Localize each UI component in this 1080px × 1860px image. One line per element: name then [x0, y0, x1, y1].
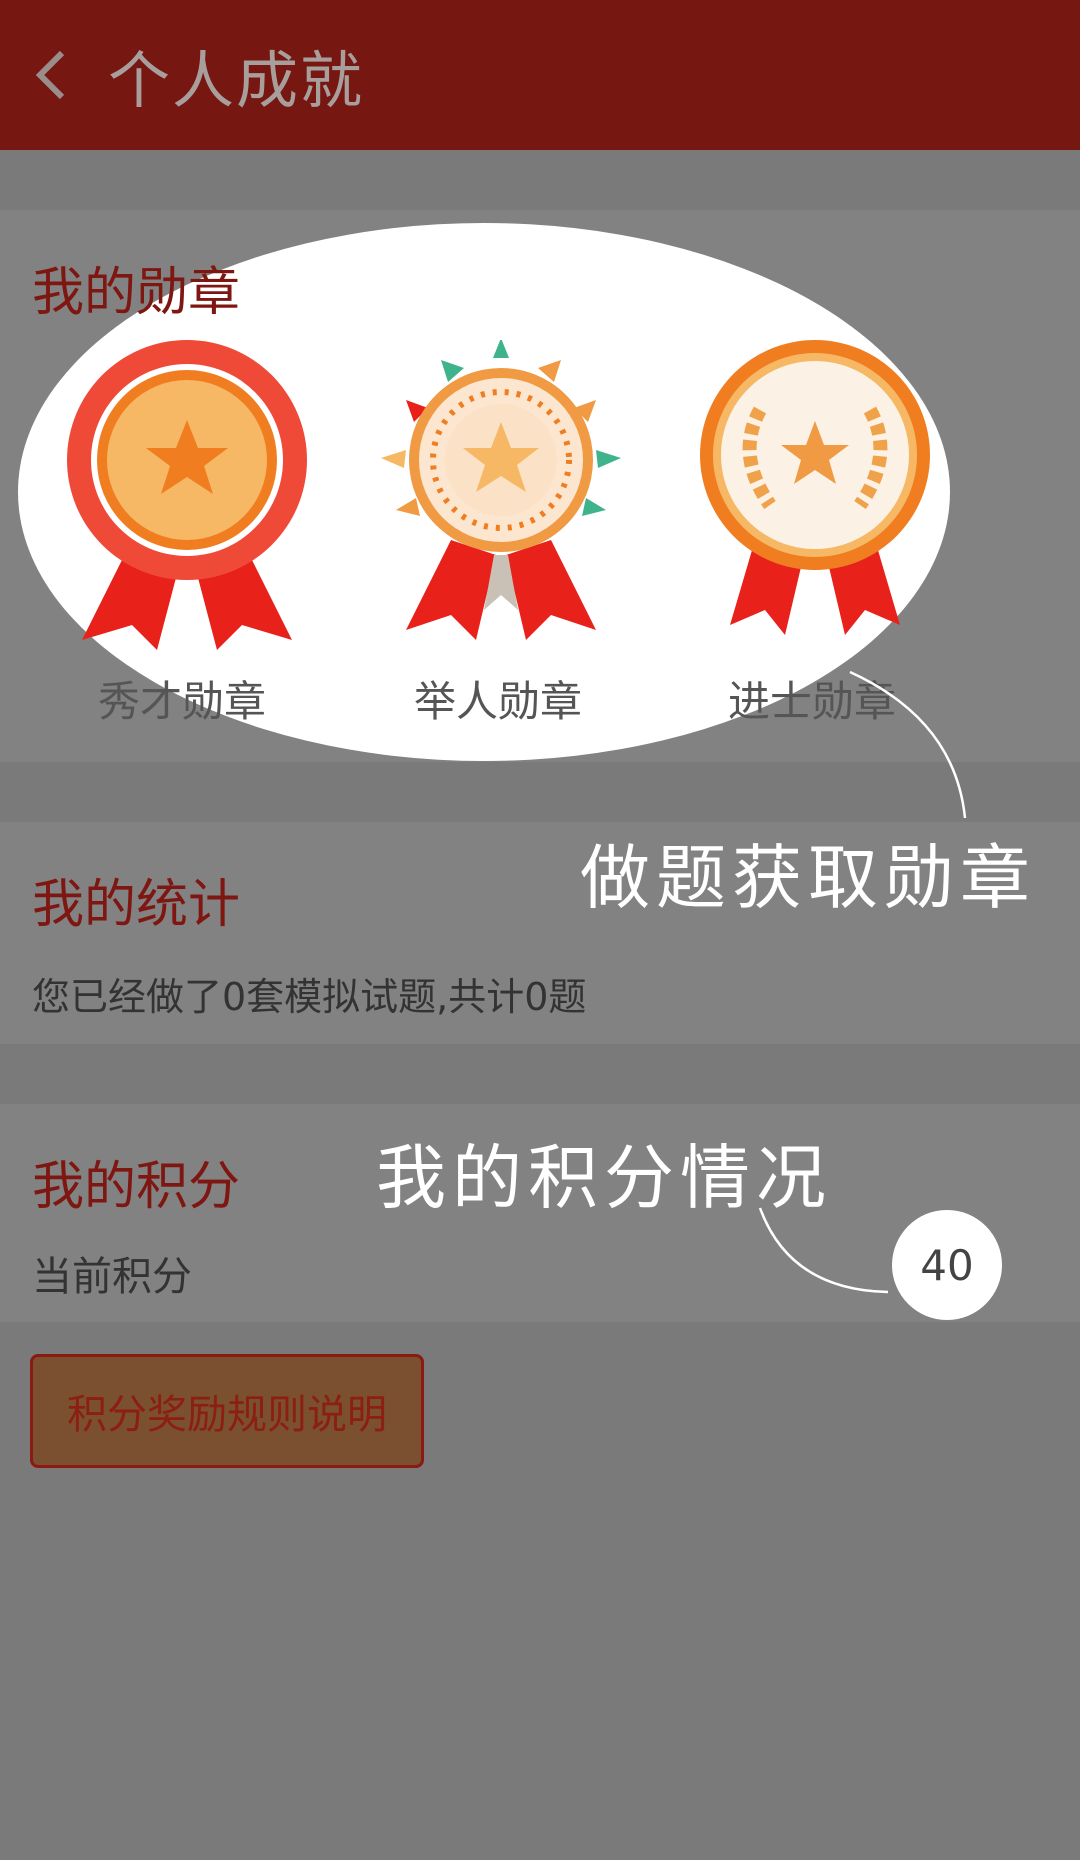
badges-callout: 做题获取勋章 [580, 837, 1036, 919]
callout-lines [758, 670, 967, 1294]
points-callout: 我的积分情况 [376, 1137, 832, 1219]
